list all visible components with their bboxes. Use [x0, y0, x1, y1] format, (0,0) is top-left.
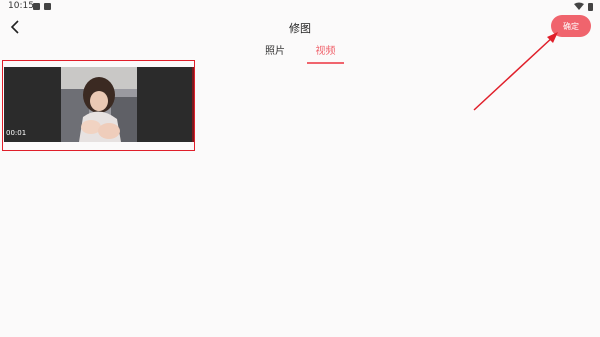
confirm-button[interactable]: 确定 — [551, 15, 591, 37]
video-thumbnail — [61, 67, 137, 142]
status-time: 10:15 — [8, 1, 34, 11]
tab-photo[interactable]: 照片 — [264, 42, 286, 62]
tab-active-indicator — [307, 62, 344, 64]
image-icon — [33, 3, 40, 10]
status-right-icons — [574, 2, 594, 11]
app-icon — [44, 3, 51, 10]
tab-video-label: 视频 — [315, 46, 336, 57]
media-tabs: 照片 视频 — [0, 38, 600, 64]
tab-video[interactable]: 视频 — [307, 42, 344, 64]
video-edge — [192, 67, 194, 142]
wifi-icon — [574, 2, 584, 10]
battery-icon — [588, 3, 593, 11]
video-item[interactable]: 00:01 — [4, 67, 194, 142]
video-duration: 00:01 — [6, 129, 27, 137]
page-title: 修图 — [289, 22, 311, 35]
header: 修图 — [0, 14, 600, 38]
status-bar: 10:15 — [0, 0, 600, 14]
